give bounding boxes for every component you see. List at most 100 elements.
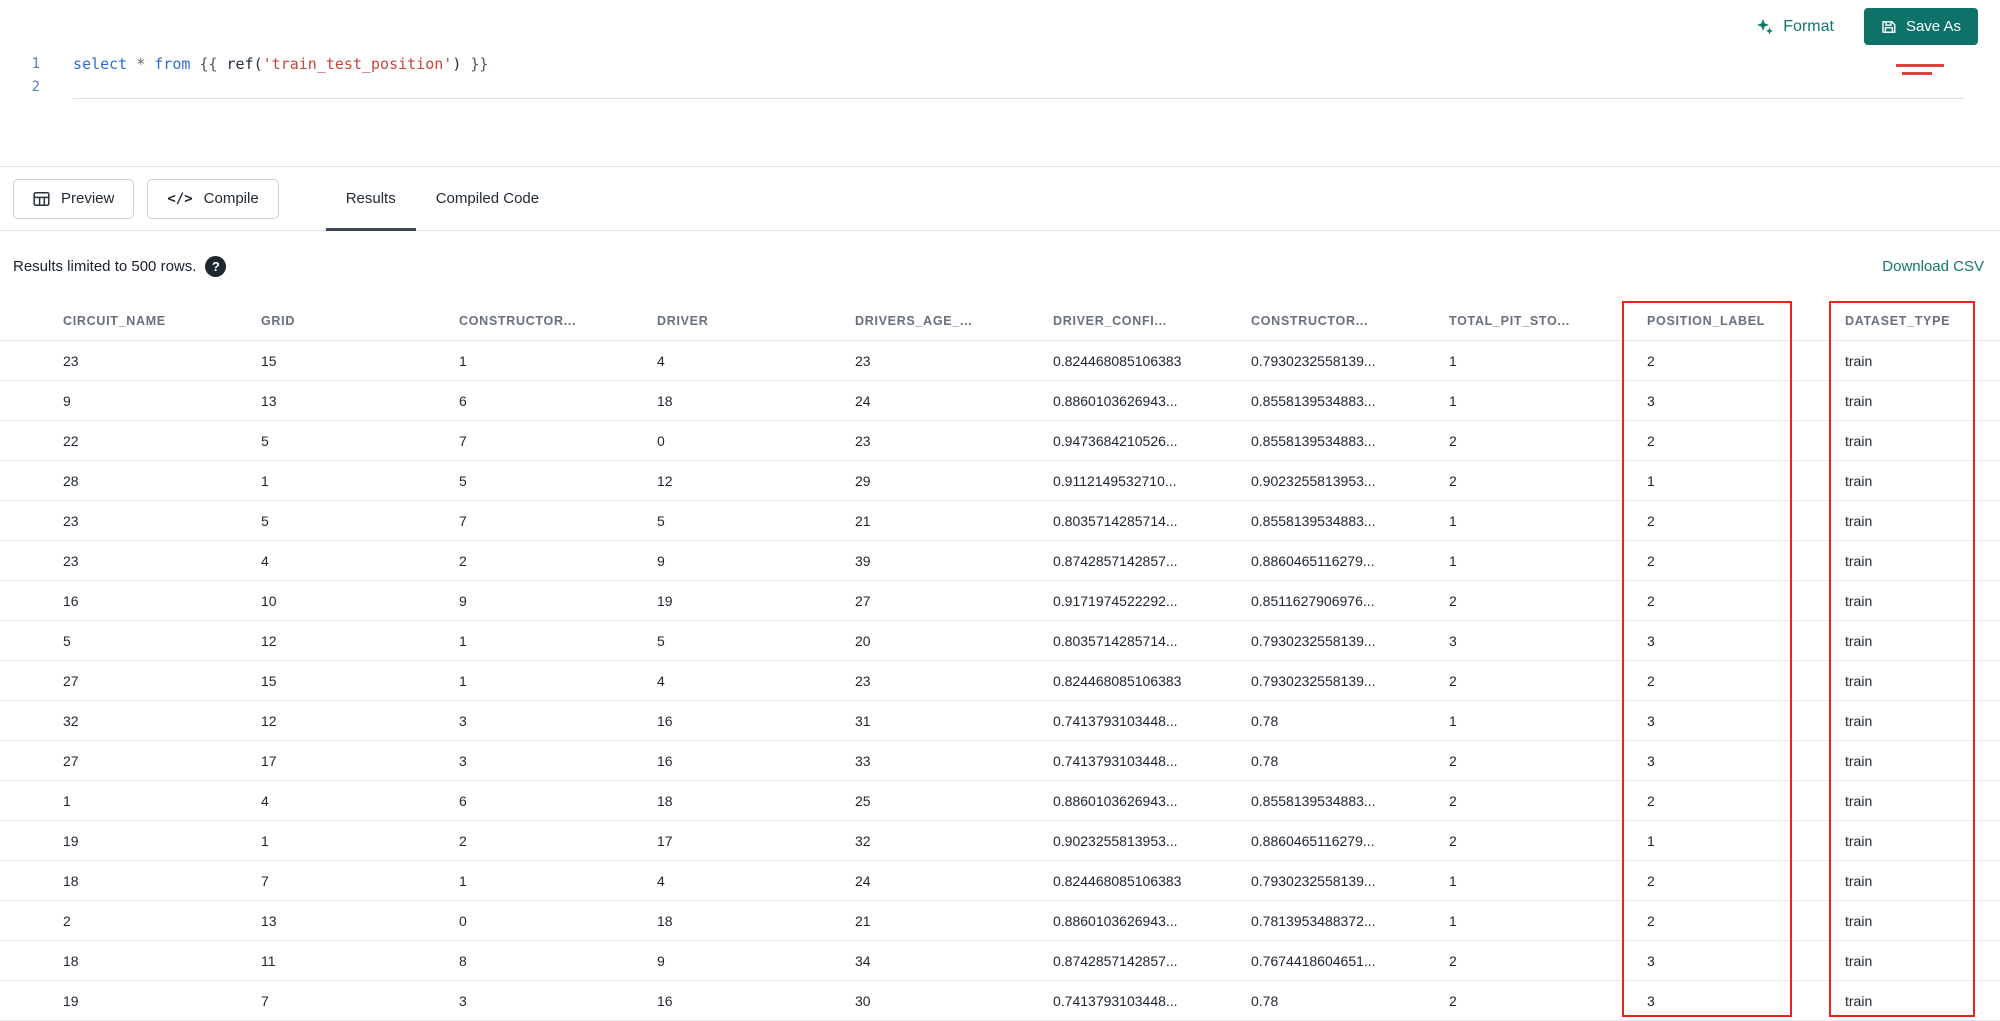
table-cell: train [1845, 752, 1873, 769]
tab-results[interactable]: Results [325, 167, 416, 231]
table-cell: train [1845, 632, 1873, 649]
column-header: DATASET_TYPE [1845, 313, 1951, 328]
code-line[interactable]: 2 [0, 76, 2000, 99]
table-cell: 2 [1449, 672, 1457, 689]
table-cell: 4 [657, 672, 665, 689]
table-cell: 18 [657, 912, 673, 929]
table-cell: 5 [261, 432, 269, 449]
editor-lines[interactable]: 1 select * from {{ ref('train_test_positi… [0, 0, 2000, 99]
table-row: 18 7 1 4 24 0.824468085106383 0.7930232558139.… [0, 861, 2000, 901]
table-cell: 18 [657, 792, 673, 809]
table-cell: 1 [261, 472, 269, 489]
table-cell: 2 [1449, 592, 1457, 609]
table-cell: 30 [855, 992, 871, 1009]
format-button[interactable]: Format [1756, 18, 1834, 36]
table-cell: 25 [855, 792, 871, 809]
save-icon [1881, 19, 1897, 35]
table-icon [33, 191, 50, 207]
table-cell: 9 [657, 952, 665, 969]
table-cell: 1 [63, 792, 71, 809]
table-cell: 0.8860103626943... [1053, 912, 1178, 929]
table-cell: 0.78 [1251, 992, 1279, 1009]
table-cell: 3 [459, 752, 467, 769]
table-cell: 5 [657, 512, 665, 529]
line-number: 2 [31, 79, 40, 95]
table-cell: train [1845, 832, 1873, 849]
table-row: 16 10 9 19 27 0.9171974522292... 0.85116279069… [0, 581, 2000, 621]
table-row: 23 4 2 9 39 0.8742857142857... 0.8860465116279… [0, 541, 2000, 581]
table-cell: 1 [261, 832, 269, 849]
code-line[interactable]: 1 select * from {{ ref('train_test_positi… [0, 53, 2000, 76]
results-limit-text: Results limited to 500 rows. [13, 257, 197, 275]
table-cell: 1 [1449, 552, 1457, 569]
table-cell: 1 [1449, 352, 1457, 369]
column-header: DRIVER [657, 313, 709, 328]
table-cell: 12 [261, 712, 277, 729]
table-cell: 2 [1647, 912, 1655, 929]
code-content[interactable] [73, 76, 1964, 99]
table-cell: 1 [459, 352, 467, 369]
table-cell: 7 [261, 992, 269, 1009]
table-cell: 0 [657, 432, 665, 449]
table-cell: 0.78 [1251, 712, 1279, 729]
table-cell: 2 [1647, 552, 1655, 569]
help-icon[interactable]: ? [205, 255, 227, 277]
code-content[interactable]: select * from {{ ref('train_test_positio… [73, 53, 1964, 76]
table-cell: 0.8558139534883... [1251, 792, 1376, 809]
table-cell: 0.8035714285714... [1053, 512, 1178, 529]
table-cell: 19 [63, 832, 79, 849]
table-cell: train [1845, 912, 1873, 929]
table-cell: 0.7674418604651... [1251, 952, 1376, 969]
table-cell: 2 [459, 552, 467, 569]
table-cell: 2 [1449, 992, 1457, 1009]
column-header: POSITION_LABEL [1647, 313, 1766, 328]
table-cell: 20 [855, 632, 871, 649]
table-cell: 0.8558139534883... [1251, 512, 1376, 529]
table-cell: 0.7413793103448... [1053, 752, 1178, 769]
table-cell: 27 [855, 592, 871, 609]
table-cell: 31 [855, 712, 871, 729]
table-cell: 32 [855, 832, 871, 849]
table-cell: 15 [261, 352, 277, 369]
table-cell: 23 [63, 352, 79, 369]
table-cell: 23 [63, 512, 79, 529]
table-cell: 16 [63, 592, 79, 609]
table-cell: 21 [855, 912, 871, 929]
table-cell: 4 [261, 552, 269, 569]
column-header: TOTAL_PIT_STO... [1449, 313, 1570, 328]
tab-compiled-code[interactable]: Compiled Code [416, 167, 559, 230]
table-cell: 2 [1449, 432, 1457, 449]
dbt-ide-screen: { "editor": { "lines": [ { "number": "1"… [0, 0, 2000, 1021]
table-cell: train [1845, 992, 1873, 1009]
table-cell: 1 [459, 672, 467, 689]
column-header: CONSTRUCTOR... [1251, 313, 1369, 328]
table-cell: 0.9023255813953... [1251, 472, 1376, 489]
save-as-button[interactable]: Save As [1863, 8, 1978, 45]
table-cell: 3 [1647, 632, 1655, 649]
table-cell: train [1845, 872, 1873, 889]
results-table: CIRCUIT_NAME GRID CONSTRUCTOR... DRIVER DRIV… [0, 301, 2000, 1021]
download-csv-link[interactable]: Download CSV [1882, 258, 1984, 275]
table-cell: 18 [63, 952, 79, 969]
table-cell: 1 [1449, 872, 1457, 889]
table-cell: 23 [855, 432, 871, 449]
table-cell: 28 [63, 472, 79, 489]
table-cell: 6 [459, 792, 467, 809]
table-cell: 5 [261, 512, 269, 529]
table-cell: train [1845, 672, 1873, 689]
table-cell: 21 [855, 512, 871, 529]
compile-button[interactable]: </> Compile [147, 178, 279, 219]
table-cell: 0.8860465116279... [1251, 832, 1375, 849]
actions-row: Preview </> Compile Results Compiled Code [0, 167, 2000, 231]
table-cell: 24 [855, 872, 871, 889]
table-row: 28 1 5 12 29 0.9112149532710... 0.902325581395… [0, 461, 2000, 501]
preview-button[interactable]: Preview [13, 178, 135, 219]
table-cell: 0.7413793103448... [1053, 992, 1178, 1009]
table-cell: 9 [657, 552, 665, 569]
table-cell: 11 [261, 952, 276, 969]
table-cell: 27 [63, 672, 79, 689]
table-cell: 23 [855, 672, 871, 689]
table-cell: 23 [855, 352, 871, 369]
table-cell: 0.8558139534883... [1251, 392, 1376, 409]
table-cell: 19 [63, 992, 79, 1009]
